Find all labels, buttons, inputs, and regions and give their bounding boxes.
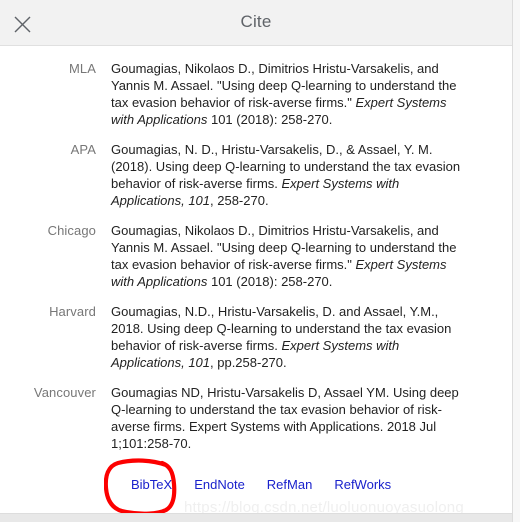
- citation-row-apa: APA Goumagias, N. D., Hristu-Varsakelis,…: [0, 141, 512, 209]
- citation-text[interactable]: Goumagias, Nikolaos D., Dimitrios Hristu…: [96, 60, 471, 128]
- citation-text[interactable]: Goumagias, Nikolaos D., Dimitrios Hristu…: [96, 222, 471, 290]
- citation-style-label: Vancouver: [33, 385, 96, 400]
- bottom-bar: [0, 513, 512, 522]
- export-link-refman[interactable]: RefMan: [267, 477, 313, 492]
- citation-text[interactable]: Goumagias ND, Hristu-Varsakelis D, Assae…: [96, 384, 471, 452]
- dialog-title: Cite: [240, 12, 272, 31]
- export-link-endnote[interactable]: EndNote: [194, 477, 245, 492]
- citation-style-label: APA: [70, 142, 96, 157]
- cite-dialog: Cite MLA Goumagias, Nikolaos D., Dimitri…: [0, 0, 513, 522]
- citation-row-vancouver: Vancouver Goumagias ND, Hristu-Varsakeli…: [0, 384, 512, 452]
- citation-row-mla: MLA Goumagias, Nikolaos D., Dimitrios Hr…: [0, 60, 512, 128]
- citation-row-harvard: Harvard Goumagias, N.D., Hristu-Varsakel…: [0, 303, 512, 371]
- right-edge-strip: [513, 0, 520, 522]
- citation-list: MLA Goumagias, Nikolaos D., Dimitrios Hr…: [0, 46, 512, 512]
- citation-row-chicago: Chicago Goumagias, Nikolaos D., Dimitrio…: [0, 222, 512, 290]
- dialog-header: Cite: [0, 0, 512, 46]
- export-link-refworks[interactable]: RefWorks: [334, 477, 391, 492]
- export-link-bibtex[interactable]: BibTeX: [131, 477, 172, 492]
- citation-style-label: Harvard: [49, 304, 96, 319]
- export-links: BibTeX EndNote RefMan RefWorks: [131, 477, 391, 492]
- citation-text[interactable]: Goumagias, N. D., Hristu-Varsakelis, D.,…: [96, 141, 471, 209]
- citation-text[interactable]: Goumagias, N.D., Hristu-Varsakelis, D. a…: [96, 303, 471, 371]
- citation-style-label: Chicago: [47, 223, 96, 238]
- citation-style-label: MLA: [68, 61, 96, 76]
